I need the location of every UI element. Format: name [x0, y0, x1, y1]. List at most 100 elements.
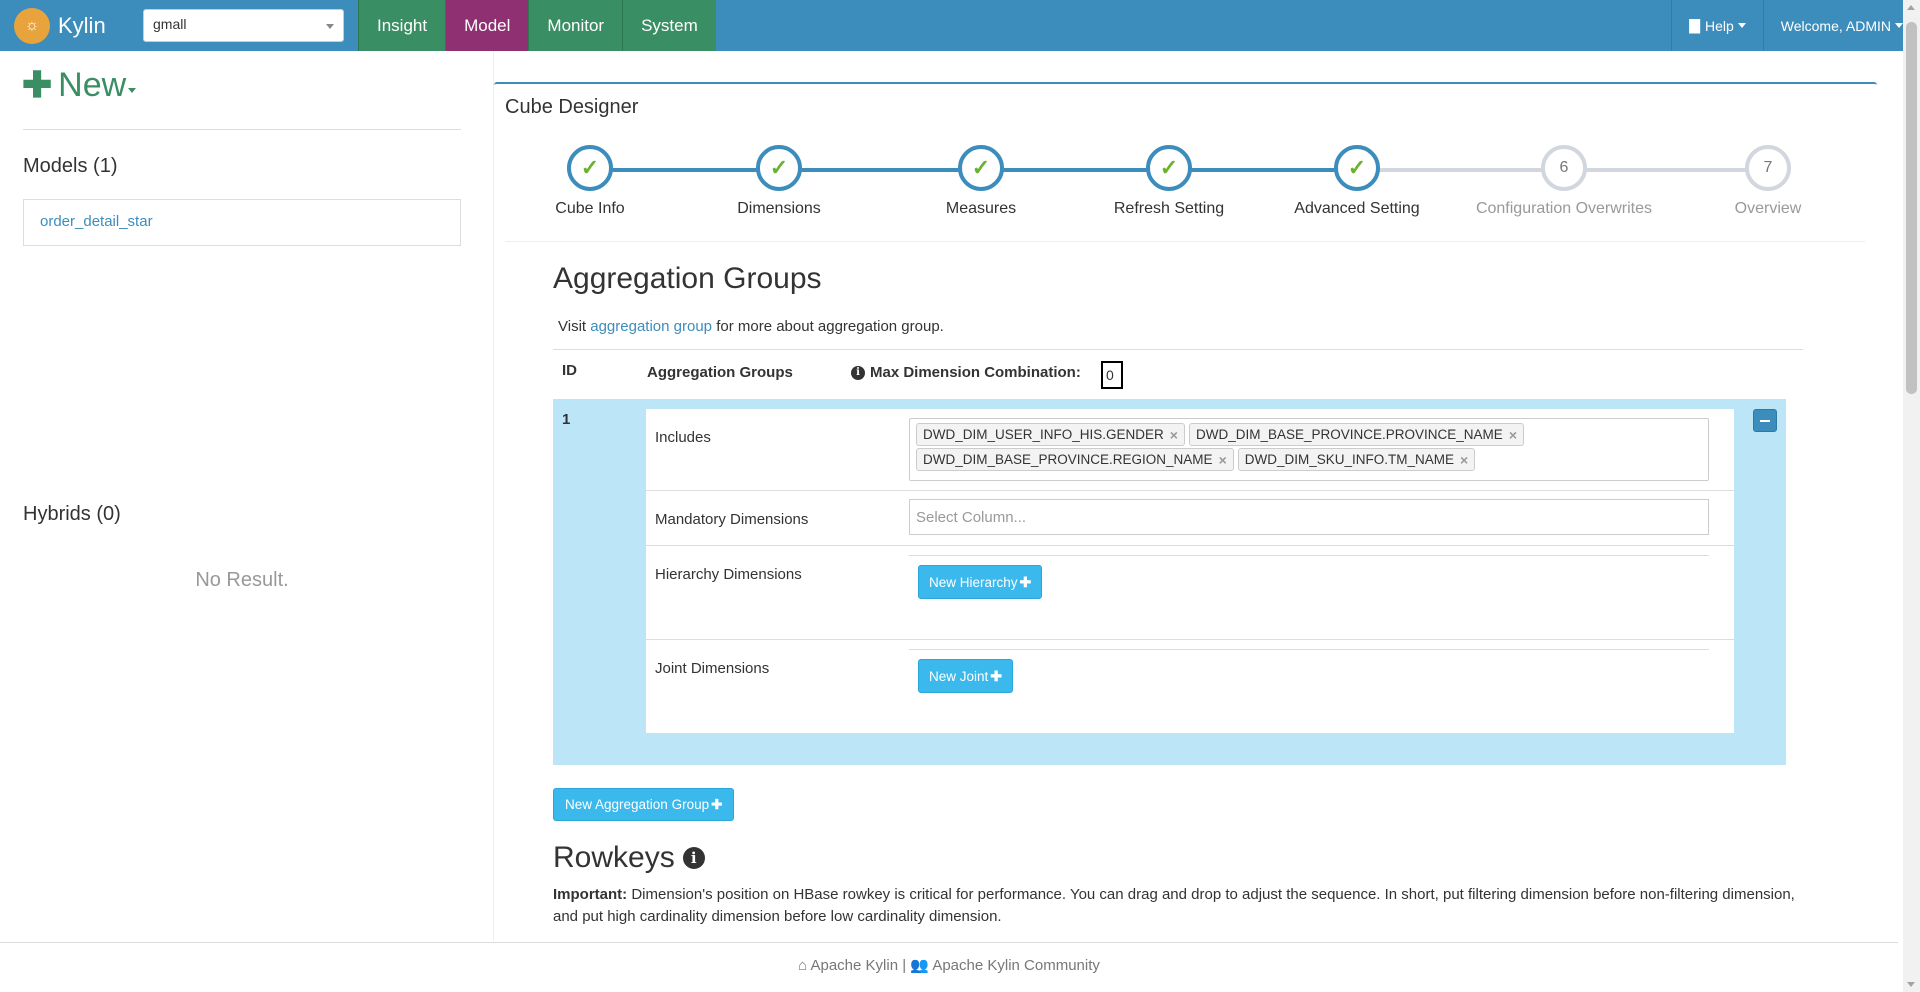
step-overview[interactable]: 7 Overview — [1668, 145, 1868, 218]
no-result-text: No Result. — [195, 569, 289, 591]
new-joint-button[interactable]: New Joint ✚ — [918, 659, 1014, 693]
aggregation-visit-text: Visit aggregation group for more about a… — [558, 318, 944, 335]
step-label: Overview — [1734, 200, 1802, 217]
step-label: Configuration Overwrites — [1475, 200, 1653, 217]
divider — [505, 241, 1865, 242]
info-icon[interactable]: i — [851, 365, 865, 380]
visit-suffix: for more about aggregation group. — [716, 318, 944, 335]
brand[interactable]: ☼ Kylin — [0, 0, 126, 51]
scroll-up-icon[interactable] — [1907, 5, 1915, 10]
max-dimension-input[interactable]: 0 — [1101, 361, 1123, 389]
close-icon[interactable]: × — [1219, 452, 1227, 468]
step-dimensions[interactable]: ✓ Dimensions — [679, 145, 879, 218]
check-icon: ✓ — [756, 145, 802, 191]
panel-title: Cube Designer — [505, 96, 639, 118]
aggregation-group-editor: Includes DWD_DIM_USER_INFO_HIS.GENDER × DW… — [646, 409, 1734, 733]
footer: ⌂ Apache Kylin | 👥 Apache Kylin Communit… — [0, 942, 1898, 987]
home-icon: ⌂ — [798, 957, 808, 974]
mandatory-label: Mandatory Dimensions — [655, 511, 809, 528]
project-select-value: gmall — [153, 16, 187, 32]
hierarchy-label: Hierarchy Dimensions — [655, 566, 802, 583]
new-hierarchy-label: New Hierarchy — [929, 574, 1018, 590]
check-icon: ✓ — [1334, 145, 1380, 191]
plus-icon: ✚ — [990, 667, 1003, 684]
tab-system[interactable]: System — [622, 0, 716, 51]
footer-separator: | — [902, 957, 907, 974]
check-icon: ✓ — [958, 145, 1004, 191]
page-scrollbar[interactable] — [1903, 0, 1920, 992]
wizard-steps: ✓ Cube Info ✓ Dimensions ✓ Measures ✓ Re… — [505, 145, 1875, 245]
close-icon[interactable]: × — [1460, 452, 1468, 468]
aggregation-table-header: ID Aggregation Groups i Max Dimension Co… — [553, 349, 1803, 399]
new-joint-label: New Joint — [929, 668, 989, 684]
important-text: Dimension's position on HBase rowkey is … — [553, 886, 1795, 925]
aggregation-group-row: 1 Includes DWD_DIM_USER_INFO_HIS.GENDER ×… — [553, 399, 1786, 765]
aggregation-group-link[interactable]: aggregation group — [590, 318, 712, 335]
tab-insight[interactable]: Insight — [358, 0, 446, 51]
scrollbar-thumb[interactable] — [1906, 22, 1917, 394]
rowkeys-title-text: Rowkeys — [553, 841, 675, 874]
include-tag[interactable]: DWD_DIM_BASE_PROVINCE.REGION_NAME × — [916, 448, 1234, 471]
header-id: ID — [562, 362, 577, 379]
chevron-down-icon — [1895, 23, 1903, 28]
check-icon: ✓ — [567, 145, 613, 191]
header-aggregation-groups: Aggregation Groups — [647, 364, 793, 381]
hybrids-title: Hybrids (0) — [23, 503, 121, 525]
step-measures[interactable]: ✓ Measures — [881, 145, 1081, 218]
info-icon[interactable]: i — [682, 847, 705, 869]
tab-monitor[interactable]: Monitor — [528, 0, 623, 51]
new-button[interactable]: ✚ New — [22, 64, 137, 106]
plus-icon: ✚ — [711, 796, 723, 812]
step-number: 7 — [1745, 145, 1791, 191]
footer-community-link[interactable]: Apache Kylin Community — [932, 957, 1100, 974]
help-label: Help — [1704, 17, 1734, 34]
max-dimension-label: Max Dimension Combination: — [870, 364, 1081, 381]
user-menu[interactable]: Welcome, ADMIN — [1762, 0, 1920, 51]
close-icon[interactable]: × — [1170, 427, 1178, 443]
step-cube-info[interactable]: ✓ Cube Info — [490, 145, 690, 218]
kylin-logo-icon: ☼ — [14, 7, 50, 44]
includes-label: Includes — [655, 429, 711, 446]
step-refresh-setting[interactable]: ✓ Refresh Setting — [1069, 145, 1269, 218]
minus-icon — [1760, 419, 1770, 422]
new-hierarchy-button[interactable]: New Hierarchy ✚ — [918, 565, 1043, 599]
step-number: 6 — [1541, 145, 1587, 191]
new-label: New — [58, 65, 127, 104]
step-label: Measures — [945, 200, 1017, 217]
chevron-down-icon — [1737, 23, 1746, 28]
brand-name: Kylin — [58, 12, 106, 38]
step-advanced-setting[interactable]: ✓ Advanced Setting — [1257, 145, 1457, 218]
tab-model[interactable]: Model — [445, 0, 529, 51]
divider — [909, 649, 1709, 650]
mandatory-dimensions-select[interactable]: Select Column... — [909, 499, 1709, 535]
check-icon: ✓ — [1146, 145, 1192, 191]
close-icon[interactable]: × — [1509, 427, 1517, 443]
divider — [646, 490, 1734, 491]
scroll-down-icon[interactable] — [1907, 982, 1915, 987]
step-label: Dimensions — [737, 200, 821, 217]
step-configuration-overwrites[interactable]: 6 Configuration Overwrites — [1464, 145, 1664, 218]
divider — [646, 639, 1734, 640]
footer-kylin-link[interactable]: Apache Kylin — [810, 957, 898, 974]
models-title: Models (1) — [23, 155, 118, 177]
include-tag[interactable]: DWD_DIM_SKU_INFO.TM_NAME × — [1237, 448, 1476, 471]
model-item[interactable]: order_detail_star — [23, 199, 461, 246]
include-tag[interactable]: DWD_DIM_BASE_PROVINCE.PROVINCE_NAME × — [1188, 423, 1524, 446]
remove-group-button[interactable] — [1753, 409, 1777, 432]
project-select[interactable]: gmall — [143, 9, 344, 42]
new-aggregation-group-button[interactable]: New Aggregation Group ✚ — [553, 788, 735, 821]
rowkeys-title: Rowkeys i — [553, 841, 705, 875]
book-icon: ▇ — [1689, 17, 1700, 33]
divider — [909, 555, 1709, 556]
help-menu[interactable]: ▇ Help — [1671, 0, 1763, 51]
welcome-label: Welcome, ADMIN — [1780, 17, 1891, 34]
chevron-down-icon — [128, 87, 137, 93]
include-tag[interactable]: DWD_DIM_USER_INFO_HIS.GENDER × — [916, 423, 1185, 446]
divider — [646, 545, 1734, 546]
include-tag-label: DWD_DIM_USER_INFO_HIS.GENDER — [923, 427, 1164, 442]
divider — [23, 129, 461, 130]
new-aggregation-group-label: New Aggregation Group — [565, 797, 710, 812]
includes-field[interactable]: DWD_DIM_USER_INFO_HIS.GENDER × DWD_DIM_BAS… — [909, 418, 1709, 481]
group-id: 1 — [562, 411, 571, 428]
visit-prefix: Visit — [558, 318, 587, 335]
